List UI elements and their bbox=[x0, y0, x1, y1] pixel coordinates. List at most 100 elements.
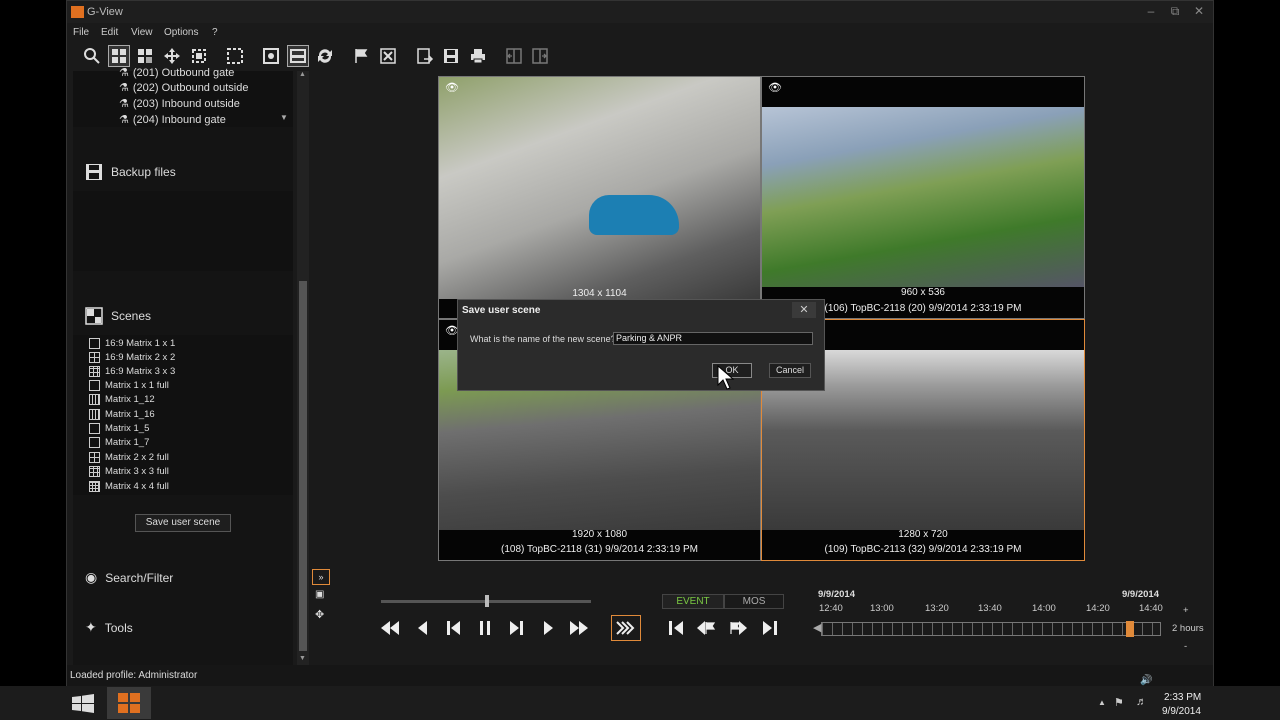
timeline-bar[interactable] bbox=[821, 622, 1161, 636]
scrollbar-thumb[interactable] bbox=[299, 281, 307, 651]
timeline-position-marker[interactable] bbox=[1126, 621, 1135, 637]
speaker-icon[interactable]: 🔊 bbox=[1140, 675, 1152, 686]
camera-feed-image bbox=[439, 77, 760, 299]
scroll-down-icon[interactable]: ▼ bbox=[299, 655, 306, 662]
camera-icon: ⚗ bbox=[119, 98, 129, 110]
play-button[interactable] bbox=[535, 615, 561, 641]
frame-forward-button[interactable] bbox=[503, 615, 529, 641]
camera-feed-image bbox=[762, 107, 1084, 287]
search-filter-header[interactable]: ◉ Search/Filter bbox=[85, 569, 173, 586]
menu-edit[interactable]: Edit bbox=[101, 27, 118, 38]
backup-files-header[interactable]: Backup files bbox=[85, 163, 176, 181]
tray-volume-icon[interactable]: ♬ bbox=[1136, 696, 1147, 708]
record-icon[interactable]: ▣ bbox=[315, 589, 324, 600]
scene-name-input[interactable]: Parking & ANPR bbox=[613, 332, 813, 345]
eye-icon[interactable]: 👁 bbox=[445, 81, 459, 94]
refresh-icon[interactable] bbox=[314, 45, 336, 67]
last-event-button[interactable] bbox=[757, 615, 783, 641]
zoom-out-button[interactable]: - bbox=[1184, 641, 1187, 652]
move-icon[interactable] bbox=[161, 45, 183, 67]
step-back-button[interactable] bbox=[410, 615, 436, 641]
scroll-down-icon[interactable]: ▼ bbox=[280, 113, 288, 122]
disk-icon bbox=[86, 164, 102, 180]
tools-header[interactable]: ✦ Tools bbox=[85, 619, 133, 636]
camera-icon: ⚗ bbox=[119, 82, 129, 94]
split-left-icon[interactable] bbox=[503, 45, 525, 67]
grid-layout-icon[interactable] bbox=[108, 45, 130, 67]
grid-small-icon[interactable] bbox=[134, 45, 156, 67]
window-title: G-View bbox=[87, 6, 123, 18]
camera-item[interactable]: ⚗ (202) Outbound outside bbox=[119, 81, 248, 95]
mos-tab[interactable]: MOS bbox=[724, 594, 784, 609]
camera-item[interactable]: ⚗ (204) Inbound gate bbox=[119, 113, 226, 127]
live-button[interactable] bbox=[611, 615, 641, 641]
flag-icon[interactable] bbox=[350, 45, 372, 67]
zoom-in-button[interactable]: + bbox=[1183, 605, 1189, 616]
cancel-button[interactable]: Cancel bbox=[769, 363, 811, 378]
menu-options[interactable]: Options bbox=[164, 27, 198, 38]
timeline-left-arrow[interactable]: ◀ bbox=[813, 621, 821, 634]
car-shape bbox=[589, 195, 679, 235]
event-tab[interactable]: EVENT bbox=[662, 594, 724, 609]
scenes-header[interactable]: Scenes bbox=[85, 307, 151, 325]
toolbar bbox=[67, 43, 1213, 71]
scene-item[interactable]: 16:9 Matrix 2 x 2 bbox=[89, 350, 175, 364]
scene-item[interactable]: Matrix 1_5 bbox=[89, 421, 149, 435]
scene-item[interactable]: Matrix 1_7 bbox=[89, 435, 149, 449]
dialog-close-button[interactable]: ✕ bbox=[792, 302, 816, 318]
fast-forward-button[interactable] bbox=[566, 615, 592, 641]
frame-back-button[interactable] bbox=[441, 615, 467, 641]
scene-item[interactable]: Matrix 1 x 1 full bbox=[89, 378, 169, 392]
save-icon[interactable] bbox=[440, 45, 462, 67]
scene-item[interactable]: Matrix 3 x 3 full bbox=[89, 464, 169, 478]
windows-start-button[interactable] bbox=[72, 694, 94, 717]
pause-button[interactable] bbox=[472, 615, 498, 641]
next-event-button[interactable] bbox=[725, 615, 751, 641]
maximize-button[interactable]: ⧉ bbox=[1165, 3, 1185, 19]
split-right-icon[interactable] bbox=[529, 45, 551, 67]
scroll-up-icon[interactable]: ▲ bbox=[299, 71, 306, 78]
scene-item[interactable]: Matrix 1_16 bbox=[89, 407, 155, 421]
print-icon[interactable] bbox=[467, 45, 489, 67]
scene-matrix-icon bbox=[89, 351, 100, 363]
first-event-button[interactable] bbox=[663, 615, 689, 641]
status-bar: Loaded profile: Administrator bbox=[67, 665, 1213, 687]
close-window-button[interactable]: ✕ bbox=[1189, 3, 1209, 19]
taskbar-gview-app[interactable] bbox=[107, 687, 151, 719]
select-area-icon[interactable] bbox=[224, 45, 246, 67]
speed-slider-thumb[interactable] bbox=[485, 595, 489, 607]
tray-flag-icon[interactable]: ⚑ bbox=[1114, 696, 1124, 709]
fast-forward-side-button[interactable]: » bbox=[312, 569, 330, 585]
export-icon[interactable] bbox=[414, 45, 436, 67]
fullscreen-icon[interactable] bbox=[260, 45, 282, 67]
delete-flag-icon[interactable] bbox=[377, 45, 399, 67]
fast-rewind-button[interactable] bbox=[377, 615, 403, 641]
scene-item[interactable]: 16:9 Matrix 1 x 1 bbox=[89, 336, 175, 350]
minimize-button[interactable]: – bbox=[1141, 3, 1161, 19]
taskbar-date[interactable]: 9/9/2014 bbox=[1162, 706, 1201, 717]
scene-matrix-icon bbox=[89, 408, 100, 420]
taskbar-time[interactable]: 2:33 PM bbox=[1164, 692, 1201, 703]
scene-item[interactable]: Matrix 4 x 4 full bbox=[89, 479, 169, 493]
menu-view[interactable]: View bbox=[131, 27, 153, 38]
save-user-scene-button[interactable]: Save user scene bbox=[135, 514, 231, 532]
video-tile-2[interactable]: 👁 960 x 536 (106) TopBC-2118 (20) 9/9/20… bbox=[761, 76, 1085, 319]
menu-file[interactable]: File bbox=[73, 27, 89, 38]
camera-item[interactable]: ⚗ (201) Outbound gate bbox=[119, 66, 234, 80]
eye-icon[interactable]: 👁 bbox=[768, 81, 782, 94]
backup-files-list bbox=[73, 191, 293, 271]
tile-caption: (109) TopBC-2113 (32) 9/9/2014 2:33:19 P… bbox=[824, 544, 1022, 555]
tray-expand-icon[interactable]: ▲ bbox=[1098, 698, 1106, 707]
video-tile-1[interactable]: 👁 1304 x 1104 bbox=[438, 76, 761, 319]
scene-item[interactable]: 16:9 Matrix 3 x 3 bbox=[89, 364, 175, 378]
single-view-icon[interactable] bbox=[287, 45, 309, 67]
scene-item[interactable]: Matrix 1_12 bbox=[89, 392, 155, 406]
camera-item[interactable]: ⚗ (203) Inbound outside bbox=[119, 97, 240, 111]
scene-item[interactable]: Matrix 2 x 2 full bbox=[89, 450, 169, 464]
zoom-icon[interactable] bbox=[81, 45, 103, 67]
menu-help[interactable]: ? bbox=[212, 27, 218, 38]
app-logo-icon bbox=[71, 6, 84, 18]
move-side-icon[interactable]: ✥ bbox=[315, 608, 324, 621]
prev-event-button[interactable] bbox=[693, 615, 719, 641]
fit-icon[interactable] bbox=[188, 45, 210, 67]
